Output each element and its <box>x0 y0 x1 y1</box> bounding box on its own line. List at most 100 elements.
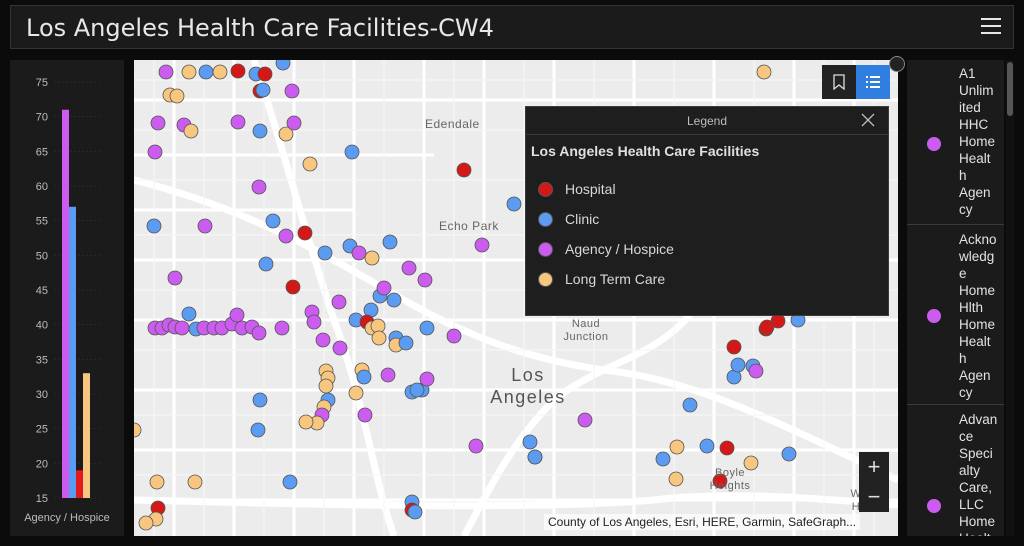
long-term-care-marker[interactable] <box>183 123 199 139</box>
hospital-marker[interactable] <box>759 319 775 335</box>
clinic-marker[interactable] <box>344 144 360 160</box>
agency-hospice-marker[interactable] <box>158 64 174 80</box>
zoom-out-button[interactable]: − <box>859 482 889 512</box>
agency-hospice-marker[interactable] <box>376 280 392 296</box>
clinic-marker[interactable] <box>275 60 291 71</box>
hospital-marker[interactable] <box>297 225 313 241</box>
long-term-care-marker[interactable] <box>371 330 387 346</box>
agency-hospice-marker[interactable] <box>474 237 490 253</box>
hamburger-menu-icon[interactable] <box>981 18 1001 36</box>
clinic-marker[interactable] <box>409 382 425 398</box>
legend-button[interactable] <box>856 65 890 99</box>
clinic-marker[interactable] <box>317 245 333 261</box>
agency-hospice-marker[interactable] <box>278 228 294 244</box>
bar-long-term-care[interactable] <box>83 373 90 498</box>
scrollbar-thumb[interactable] <box>1007 62 1013 116</box>
clinic-marker[interactable] <box>407 504 423 520</box>
long-term-care-marker[interactable] <box>364 250 380 266</box>
hospital-marker[interactable] <box>285 279 301 295</box>
agency-hospice-marker[interactable] <box>332 340 348 356</box>
agency-hospice-marker[interactable] <box>748 363 764 379</box>
agency-hospice-marker[interactable] <box>419 371 435 387</box>
close-icon[interactable] <box>860 112 876 128</box>
clinic-marker[interactable] <box>699 438 715 454</box>
agency-hospice-marker[interactable] <box>167 270 183 286</box>
clinic-marker[interactable] <box>282 474 298 490</box>
agency-hospice-marker[interactable] <box>315 332 331 348</box>
clinic-marker[interactable] <box>252 123 268 139</box>
long-term-care-marker[interactable] <box>212 64 228 80</box>
agency-hospice-marker[interactable] <box>251 325 267 341</box>
long-term-care-marker[interactable] <box>298 414 314 430</box>
agency-hospice-marker[interactable] <box>351 245 367 261</box>
list-scrollbar[interactable] <box>1006 60 1014 536</box>
hospital-marker[interactable] <box>719 440 735 456</box>
clinic-marker[interactable] <box>682 397 698 413</box>
agency-hospice-marker[interactable] <box>230 114 246 130</box>
long-term-care-marker[interactable] <box>348 385 364 401</box>
expand-icon[interactable] <box>889 56 905 72</box>
clinic-marker[interactable] <box>198 64 214 80</box>
hospital-marker[interactable] <box>257 66 273 82</box>
list-item[interactable]: A1 Unlim ited HHC Home Healt h Agen cy <box>907 60 1004 225</box>
bar-clinic[interactable] <box>69 206 76 499</box>
long-term-care-marker[interactable] <box>187 474 203 490</box>
hospital-marker[interactable] <box>230 63 246 79</box>
agency-hospice-marker[interactable] <box>229 307 245 323</box>
clinic-marker[interactable] <box>419 320 435 336</box>
long-term-care-marker[interactable] <box>318 378 334 394</box>
clinic-marker[interactable] <box>781 446 797 462</box>
clinic-marker[interactable] <box>252 392 268 408</box>
clinic-marker[interactable] <box>398 335 414 351</box>
clinic-marker[interactable] <box>386 292 402 308</box>
list-item[interactable]: Ackno wledg e Home Hlth Home Healt h Agen cy <box>907 225 1004 405</box>
agency-hospice-marker[interactable] <box>306 314 322 330</box>
legend-item-label: Long Term Care <box>565 271 666 287</box>
agency-hospice-marker[interactable] <box>150 115 166 131</box>
agency-hospice-marker[interactable] <box>286 115 302 131</box>
clinic-marker[interactable] <box>356 369 372 385</box>
zoom-in-button[interactable]: + <box>859 452 889 482</box>
long-term-care-marker[interactable] <box>169 88 185 104</box>
clinic-marker[interactable] <box>265 213 281 229</box>
bar-agency-hospice[interactable] <box>62 109 69 498</box>
agency-hospice-marker[interactable] <box>274 320 290 336</box>
clinic-marker[interactable] <box>382 234 398 250</box>
agency-hospice-marker[interactable] <box>197 218 213 234</box>
agency-hospice-marker[interactable] <box>417 272 433 288</box>
clinic-marker[interactable] <box>146 218 162 234</box>
agency-hospice-marker[interactable] <box>446 328 462 344</box>
long-term-care-marker[interactable] <box>668 471 684 487</box>
clinic-marker[interactable] <box>506 196 522 212</box>
hospital-marker[interactable] <box>456 162 472 178</box>
agency-hospice-marker[interactable] <box>468 438 484 454</box>
clinic-marker[interactable] <box>250 422 266 438</box>
agency-hospice-marker[interactable] <box>147 144 163 160</box>
agency-hospice-marker[interactable] <box>251 179 267 195</box>
bar-hospital[interactable] <box>76 470 83 498</box>
clinic-marker[interactable] <box>522 434 538 450</box>
clinic-marker[interactable] <box>258 256 274 272</box>
agency-hospice-marker[interactable] <box>174 320 190 336</box>
long-term-care-marker[interactable] <box>302 156 318 172</box>
list-item[interactable]: AdvanceSpecialtyCare,LLCHomeHealt <box>907 405 1004 536</box>
long-term-care-marker[interactable] <box>669 439 685 455</box>
agency-hospice-marker[interactable] <box>401 260 417 276</box>
agency-hospice-marker[interactable] <box>284 83 300 99</box>
agency-hospice-marker[interactable] <box>331 294 347 310</box>
long-term-care-marker[interactable] <box>181 64 197 80</box>
clinic-marker[interactable] <box>181 306 197 322</box>
long-term-care-marker[interactable] <box>149 474 165 490</box>
long-term-care-marker[interactable] <box>756 64 772 80</box>
clinic-marker[interactable] <box>655 451 671 467</box>
agency-hospice-marker[interactable] <box>577 412 593 428</box>
agency-hospice-marker[interactable] <box>380 367 396 383</box>
clinic-marker[interactable] <box>527 449 543 465</box>
bookmark-button[interactable] <box>822 65 856 99</box>
long-term-care-marker[interactable] <box>138 515 154 531</box>
agency-hospice-marker[interactable] <box>357 407 373 423</box>
clinic-marker[interactable] <box>255 82 271 98</box>
hospital-marker[interactable] <box>726 339 742 355</box>
clinic-marker[interactable] <box>730 357 746 373</box>
long-term-care-marker[interactable] <box>134 422 142 438</box>
